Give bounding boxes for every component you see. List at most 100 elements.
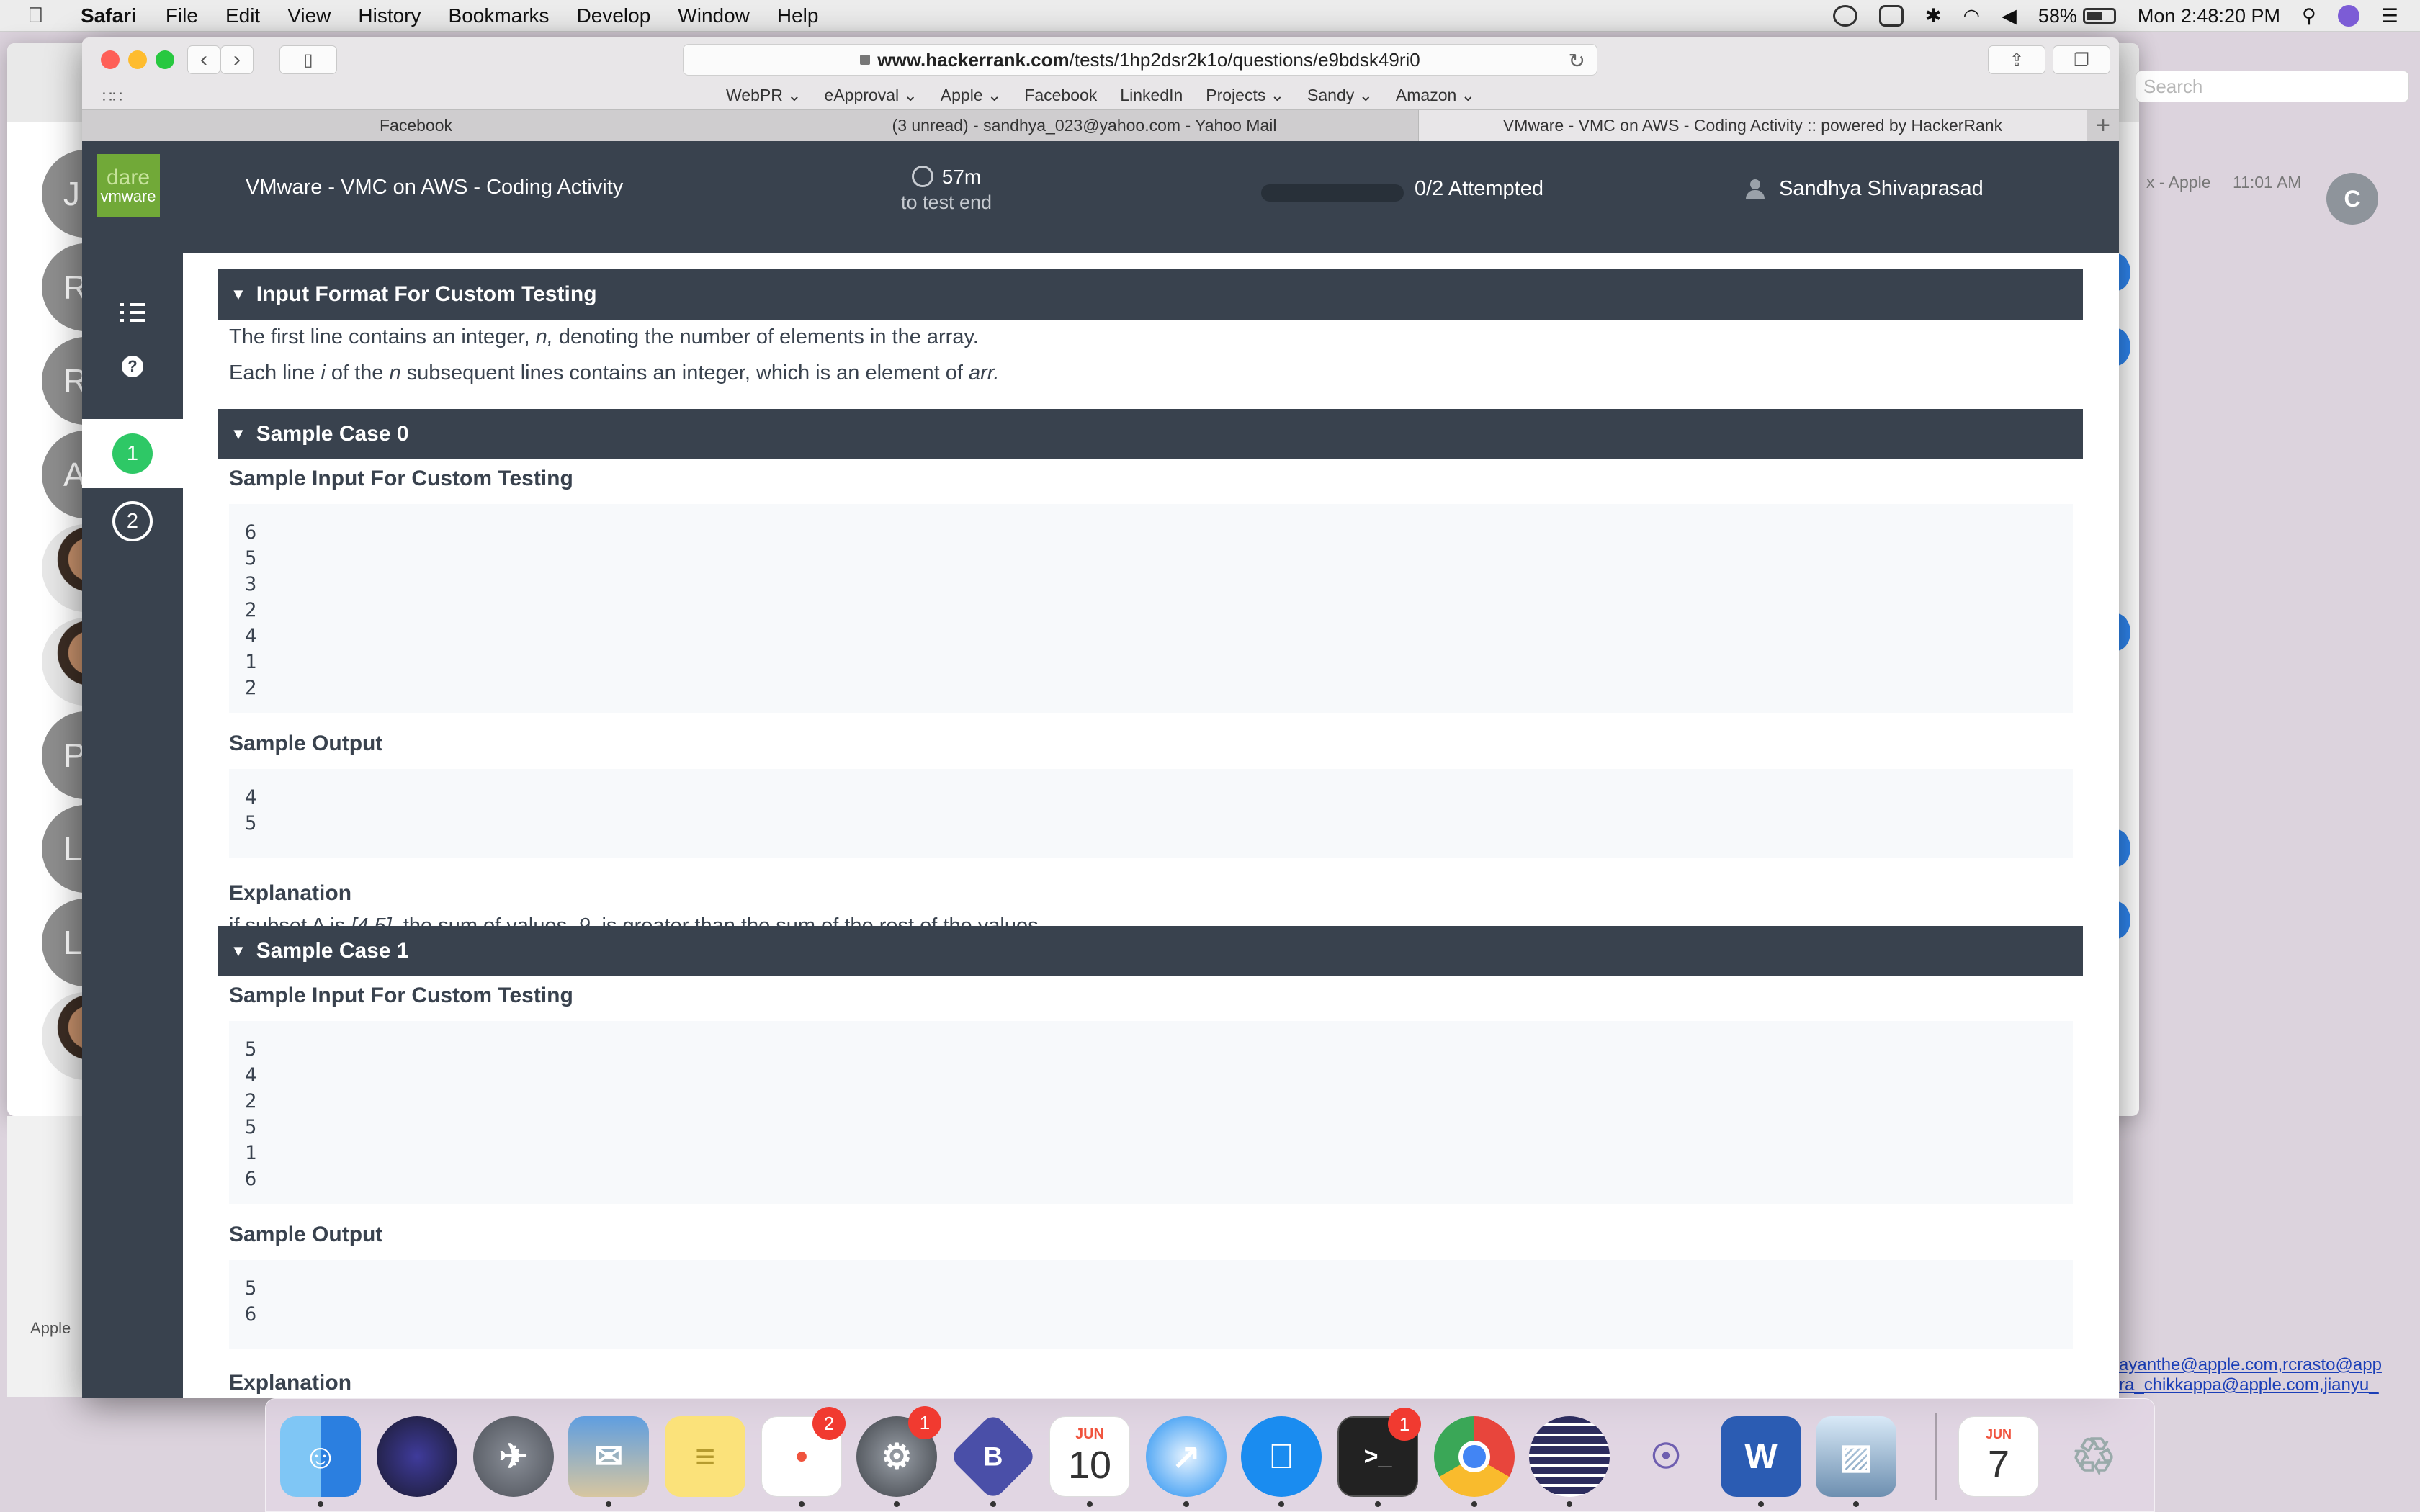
address-bar[interactable]: www.hackerrank.com /tests/1hp2dsr2k1o/qu… <box>683 44 1597 76</box>
trash-icon[interactable]: ♲ <box>2053 1416 2134 1497</box>
tab-yahoo-mail[interactable]: (3 unread) - sandhya_023@yahoo.com - Yah… <box>750 110 1419 141</box>
launchpad-icon[interactable]: ✈ <box>473 1416 554 1497</box>
favorite-facebook[interactable]: Facebook <box>1024 86 1097 105</box>
menu-develop[interactable]: Develop <box>577 4 651 27</box>
sample-input-block: 5 4 2 5 1 6 <box>229 1021 2073 1204</box>
reload-icon[interactable]: ↻ <box>1569 49 1585 73</box>
eclipse-icon[interactable] <box>1529 1416 1610 1497</box>
favorite-apple[interactable]: Apple ⌄ <box>941 86 1002 105</box>
menu-window[interactable]: Window <box>678 4 750 27</box>
volume-icon[interactable]: ◀ <box>2002 5 2017 27</box>
email-recipients-line[interactable]: ra_chikkappa@apple.com,jianyu_ <box>2119 1375 2379 1395</box>
text: The first line contains an integer, <box>229 325 536 348</box>
terminal-icon[interactable]: >_ 1 <box>1337 1408 1421 1497</box>
bluetooth-icon[interactable]: ✱ <box>1925 5 1942 27</box>
favorite-webpr[interactable]: WebPR ⌄ <box>726 86 802 105</box>
user-menu[interactable]: Sandhya Shivaprasad <box>1746 177 1984 201</box>
menu-clock[interactable]: Mon 2:48:20 PM <box>2138 5 2280 27</box>
reminders-icon[interactable]: • 2 <box>761 1407 846 1497</box>
chrome-icon[interactable] <box>1434 1416 1515 1497</box>
messages-status-icon[interactable] <box>1832 5 1857 27</box>
favorite-amazon[interactable]: Amazon ⌄ <box>1396 86 1475 105</box>
preview-icon[interactable]: ▨ <box>1816 1416 1896 1497</box>
menu-history[interactable]: History <box>358 4 421 27</box>
url-path: /tests/1hp2dsr2k1o/questions/e9bdsk49ri0 <box>1069 48 1420 71</box>
company-logo: dare vmware <box>97 154 160 217</box>
siri-icon[interactable] <box>377 1416 457 1497</box>
menu-view[interactable]: View <box>287 4 331 27</box>
top-sites-grid-icon[interactable]: ∷∷ <box>102 88 122 107</box>
notes-icon[interactable]: ≡ <box>665 1416 745 1497</box>
siri-icon[interactable] <box>2337 5 2360 27</box>
sample-input-block: 6 5 3 2 4 1 2 <box>229 504 2073 713</box>
timer-label: to test end <box>900 192 992 213</box>
sidebar-toggle-icon[interactable]: ▯ <box>279 45 337 74</box>
menu-edit[interactable]: Edit <box>225 4 260 27</box>
section-title: Sample Case 0 <box>256 422 409 446</box>
email-recipients-line[interactable]: ayanthe@apple.com,rcrasto@app <box>2119 1355 2382 1375</box>
screen-share-status-icon[interactable] <box>1878 5 1904 27</box>
bbedit-icon[interactable]: B <box>949 1412 1038 1501</box>
battery-status[interactable]: 58% <box>2038 5 2116 27</box>
mail-avatar[interactable]: C <box>2326 173 2378 225</box>
menu-app-name[interactable]: Safari <box>81 4 137 27</box>
calendar-month: JUN <box>1075 1426 1104 1442</box>
document-stack-icon[interactable]: JUN 7 <box>1958 1416 2039 1497</box>
favorite-linkedin[interactable]: LinkedIn <box>1120 86 1183 105</box>
favorite-sandy[interactable]: Sandy ⌄ <box>1307 86 1373 105</box>
attempt-progress-bar <box>1261 184 1404 202</box>
sample-output-label: Sample Output <box>229 732 383 755</box>
word-icon[interactable]: W <box>1721 1416 1801 1497</box>
timer-value: 57m <box>941 166 982 188</box>
wifi-icon[interactable]: ◠ <box>1963 5 1981 27</box>
new-tab-button[interactable]: + <box>2087 110 2119 141</box>
menu-help[interactable]: Help <box>777 4 819 27</box>
sample-case-0-header[interactable]: ▼ Sample Case 0 <box>218 409 2083 459</box>
notification-center-icon[interactable]: ☰ <box>2381 5 2398 27</box>
favorite-eapproval[interactable]: eApproval ⌄ <box>825 86 918 105</box>
minimize-window-button[interactable] <box>128 50 147 69</box>
app-store-icon[interactable]:  <box>1241 1416 1322 1497</box>
spotlight-icon[interactable]: ⚲ <box>2302 5 2316 27</box>
question-2-nav[interactable]: 2 <box>82 488 183 554</box>
apple-menu-icon[interactable]:  <box>27 4 63 28</box>
help-button[interactable]: ? <box>82 351 183 382</box>
mail-sender: x - Apple <box>2146 173 2211 192</box>
explanation-label: Explanation <box>229 881 352 905</box>
lock-icon <box>860 55 871 65</box>
gimp-icon[interactable]: ☉ <box>1626 1416 1706 1497</box>
background-search-field[interactable]: Search <box>2136 71 2409 102</box>
question-number: 2 <box>112 501 153 541</box>
menu-file[interactable]: File <box>166 4 198 27</box>
forward-button[interactable]: › <box>220 45 254 74</box>
collapse-triangle-icon: ▼ <box>230 425 246 443</box>
test-timer: 57m to test end <box>874 166 1018 214</box>
close-window-button[interactable] <box>101 50 120 69</box>
doc-month: JUN <box>1985 1426 2012 1441</box>
text: subsequent lines contains an integer, wh… <box>400 361 969 384</box>
tabs-overview-icon[interactable]: ❐ <box>2053 45 2110 74</box>
question-list-button[interactable] <box>82 297 183 328</box>
battery-percent: 58% <box>2038 4 2077 27</box>
safari-window: ‹ › ▯ www.hackerrank.com /tests/1hp2dsr2… <box>82 37 2119 1398</box>
question-1-nav[interactable]: 1 <box>82 419 183 488</box>
input-format-line: Each line i of the n subsequent lines co… <box>229 361 999 385</box>
zoom-window-button[interactable] <box>156 50 174 69</box>
safari-icon[interactable]: ↗ <box>1146 1416 1227 1497</box>
tab-bar: Facebook (3 unread) - sandhya_023@yahoo.… <box>82 109 2119 141</box>
tab-facebook[interactable]: Facebook <box>82 110 750 141</box>
system-preferences-icon[interactable]: ⚙ 1 <box>856 1406 941 1497</box>
input-format-section-header[interactable]: ▼ Input Format For Custom Testing <box>218 269 2083 320</box>
tab-hackerrank[interactable]: VMware - VMC on AWS - Coding Activity ::… <box>1419 110 2087 141</box>
mail-app-icon[interactable]: ✉ <box>568 1416 649 1497</box>
share-icon[interactable]: ⇪ <box>1988 45 2045 74</box>
collapse-triangle-icon: ▼ <box>230 942 246 960</box>
menu-bookmarks[interactable]: Bookmarks <box>449 4 550 27</box>
favorite-projects[interactable]: Projects ⌄ <box>1206 86 1284 105</box>
finder-icon[interactable]: ☺ <box>280 1416 361 1497</box>
sample-case-1-header[interactable]: ▼ Sample Case 1 <box>218 926 2083 976</box>
calendar-icon[interactable]: JUN 10 <box>1049 1416 1130 1497</box>
clock-icon <box>911 166 933 187</box>
input-format-line: The first line contains an integer, n, d… <box>229 325 979 349</box>
back-button[interactable]: ‹ <box>187 45 220 74</box>
